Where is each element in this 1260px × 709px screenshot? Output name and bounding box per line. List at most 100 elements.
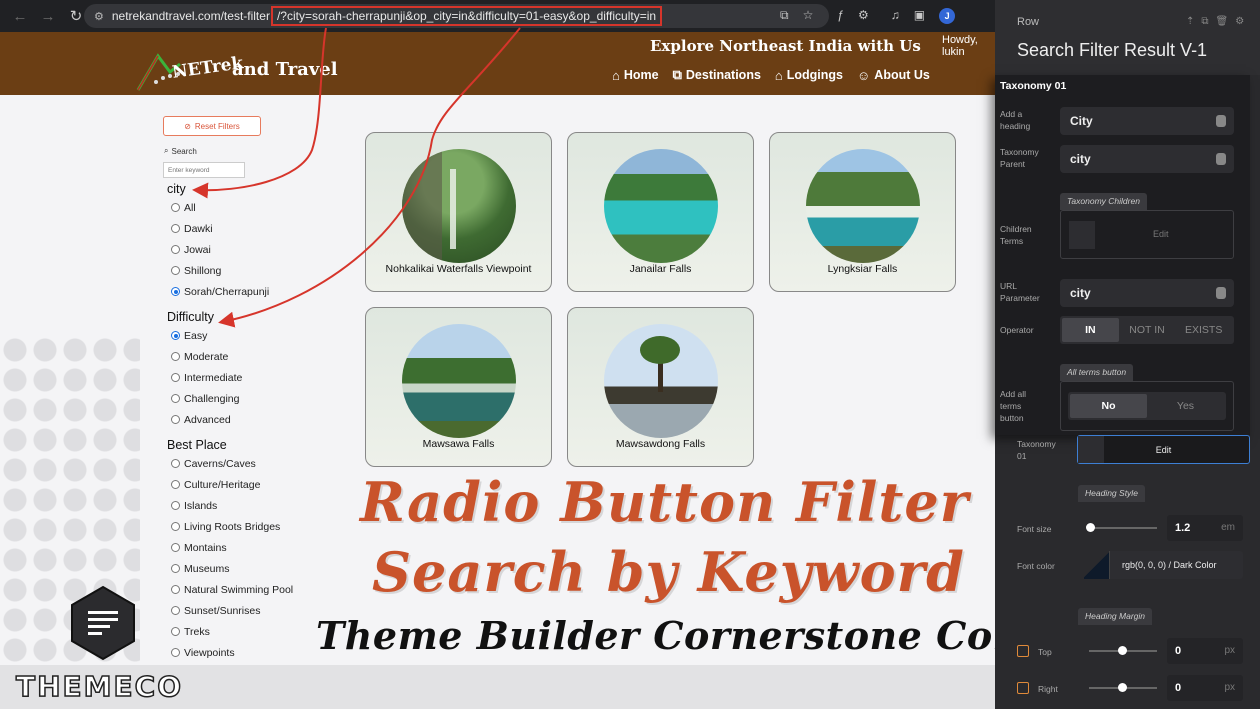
operator-not-in-button[interactable]: NOT IN: [1119, 318, 1176, 342]
move-up-icon[interactable]: ⇡: [1186, 16, 1194, 27]
radio-option[interactable]: Moderate: [171, 346, 242, 367]
address-bar[interactable]: ⚙ netrekandtravel.com/test-filter /?city…: [84, 4, 829, 28]
nav-about[interactable]: ☺ About Us: [857, 67, 930, 83]
logo-text-bottom[interactable]: and Travel: [232, 59, 338, 80]
font-size-input[interactable]: 1.2 em: [1167, 515, 1243, 541]
radio-option[interactable]: Easy: [171, 325, 242, 346]
radio-option[interactable]: Caverns/Caves: [171, 453, 293, 474]
radio-checked-icon[interactable]: [171, 287, 180, 296]
font-size-slider[interactable]: [1089, 527, 1157, 529]
heading-field[interactable]: City: [1060, 107, 1234, 135]
radio-unchecked-icon[interactable]: [171, 585, 180, 594]
taxonomy-parent-field[interactable]: city: [1060, 145, 1234, 173]
taxonomy-01-edit-button[interactable]: Edit: [1077, 435, 1250, 464]
radio-unchecked-icon[interactable]: [171, 501, 180, 510]
result-card[interactable]: Mawsawa Falls: [365, 307, 552, 467]
radio-unchecked-icon[interactable]: [171, 522, 180, 531]
radio-option-label[interactable]: Challenging: [184, 393, 239, 405]
result-title[interactable]: Janailar Falls: [568, 263, 753, 275]
radio-option-label[interactable]: Islands: [184, 500, 217, 512]
dynamic-content-icon[interactable]: [1216, 153, 1226, 165]
radio-option[interactable]: Islands: [171, 495, 293, 516]
radio-option-label[interactable]: Natural Swimming Pool: [184, 584, 293, 596]
radio-option-label[interactable]: Culture/Heritage: [184, 479, 260, 491]
radio-unchecked-icon[interactable]: [171, 352, 180, 361]
radio-option-label[interactable]: Museums: [184, 563, 230, 575]
radio-option[interactable]: Museums: [171, 558, 293, 579]
radio-option[interactable]: Culture/Heritage: [171, 474, 293, 495]
radio-option[interactable]: Sunset/Sunrises: [171, 600, 293, 621]
extensions-icon[interactable]: ⚙: [858, 8, 869, 24]
result-card[interactable]: Mawsawdong Falls: [567, 307, 754, 467]
radio-option-label[interactable]: Montains: [184, 542, 227, 554]
radio-unchecked-icon[interactable]: [171, 415, 180, 424]
url-parameter-field[interactable]: city: [1060, 279, 1234, 307]
site-info-icon[interactable]: ⚙: [94, 10, 104, 23]
radio-option-label[interactable]: Jowai: [184, 244, 211, 256]
margin-right-slider-handle[interactable]: [1118, 683, 1127, 692]
font-color-picker[interactable]: rgb(0, 0, 0) / Dark Color: [1084, 551, 1243, 579]
radio-unchecked-icon[interactable]: [171, 606, 180, 615]
radio-option[interactable]: Living Roots Bridges: [171, 516, 293, 537]
nav-destinations[interactable]: ⧉ Destinations: [673, 67, 761, 83]
radio-unchecked-icon[interactable]: [171, 459, 180, 468]
radio-unchecked-icon[interactable]: [171, 627, 180, 636]
radio-checked-icon[interactable]: [171, 331, 180, 340]
sidepanel-icon[interactable]: ▣: [914, 8, 925, 24]
radio-option[interactable]: All: [171, 197, 269, 218]
radio-unchecked-icon[interactable]: [171, 543, 180, 552]
radio-option[interactable]: Treks: [171, 621, 293, 642]
result-title[interactable]: Mawsawa Falls: [366, 438, 551, 450]
radio-unchecked-icon[interactable]: [171, 245, 180, 254]
radio-option[interactable]: Intermediate: [171, 367, 242, 388]
radio-option-label[interactable]: Viewpoints: [184, 647, 235, 659]
all-terms-no-button[interactable]: No: [1070, 394, 1147, 418]
radio-unchecked-icon[interactable]: [171, 564, 180, 573]
back-icon[interactable]: ←: [6, 8, 34, 25]
font-size-slider-handle[interactable]: [1086, 523, 1095, 532]
dynamic-content-icon[interactable]: [1216, 115, 1226, 127]
result-card[interactable]: Janailar Falls: [567, 132, 754, 292]
radio-option-label[interactable]: Moderate: [184, 351, 228, 363]
radio-option-label[interactable]: Sunset/Sunrises: [184, 605, 260, 617]
radio-option-label[interactable]: Treks: [184, 626, 210, 638]
result-title[interactable]: Lyngksiar Falls: [770, 263, 955, 275]
translate-icon[interactable]: ⧉: [780, 8, 789, 24]
margin-top-input[interactable]: 0 px: [1167, 638, 1243, 664]
radio-option-label[interactable]: Sorah/Cherrapunji: [184, 286, 269, 298]
result-card[interactable]: Lyngksiar Falls: [769, 132, 956, 292]
radio-option[interactable]: Montains: [171, 537, 293, 558]
result-card[interactable]: Nohkalikai Waterfalls Viewpoint: [365, 132, 552, 292]
radio-option-label[interactable]: Advanced: [184, 414, 231, 426]
nav-home[interactable]: ⌂ Home: [612, 67, 659, 83]
admin-howdy[interactable]: Howdy, lukin: [942, 34, 1000, 58]
radio-option[interactable]: Viewpoints: [171, 642, 293, 663]
radio-unchecked-icon[interactable]: [171, 224, 180, 233]
radio-option[interactable]: Dawki: [171, 218, 269, 239]
radio-option-label[interactable]: Living Roots Bridges: [184, 521, 280, 533]
delete-icon[interactable]: 🗑︎: [1216, 16, 1229, 27]
radio-option-label[interactable]: Shillong: [184, 265, 221, 277]
settings-gear-icon[interactable]: ⚙: [1235, 16, 1244, 27]
dynamic-content-icon[interactable]: [1216, 287, 1226, 299]
radio-option-label[interactable]: Dawki: [184, 223, 213, 235]
radio-option-label[interactable]: Caverns/Caves: [184, 458, 256, 470]
margin-right-input[interactable]: 0 px: [1167, 675, 1243, 701]
radio-option-label[interactable]: Easy: [184, 330, 207, 342]
margin-top-slider-handle[interactable]: [1118, 646, 1127, 655]
duplicate-icon[interactable]: ⧉: [1201, 16, 1208, 27]
radio-option[interactable]: Shillong: [171, 260, 269, 281]
nav-lodgings[interactable]: ⌂ Lodgings: [775, 67, 843, 83]
radio-option[interactable]: Sorah/Cherrapunji: [171, 281, 269, 302]
radio-unchecked-icon[interactable]: [171, 266, 180, 275]
operator-exists-button[interactable]: EXISTS: [1175, 318, 1232, 342]
margin-top-unit[interactable]: px: [1224, 645, 1235, 656]
profile-avatar[interactable]: J: [939, 8, 956, 24]
radio-unchecked-icon[interactable]: [171, 203, 180, 212]
media-icon[interactable]: ♫: [891, 8, 900, 24]
radio-unchecked-icon[interactable]: [171, 373, 180, 382]
operator-in-button[interactable]: IN: [1062, 318, 1119, 342]
radio-unchecked-icon[interactable]: [171, 648, 180, 657]
radio-option-label[interactable]: All: [184, 202, 196, 214]
radio-unchecked-icon[interactable]: [171, 394, 180, 403]
